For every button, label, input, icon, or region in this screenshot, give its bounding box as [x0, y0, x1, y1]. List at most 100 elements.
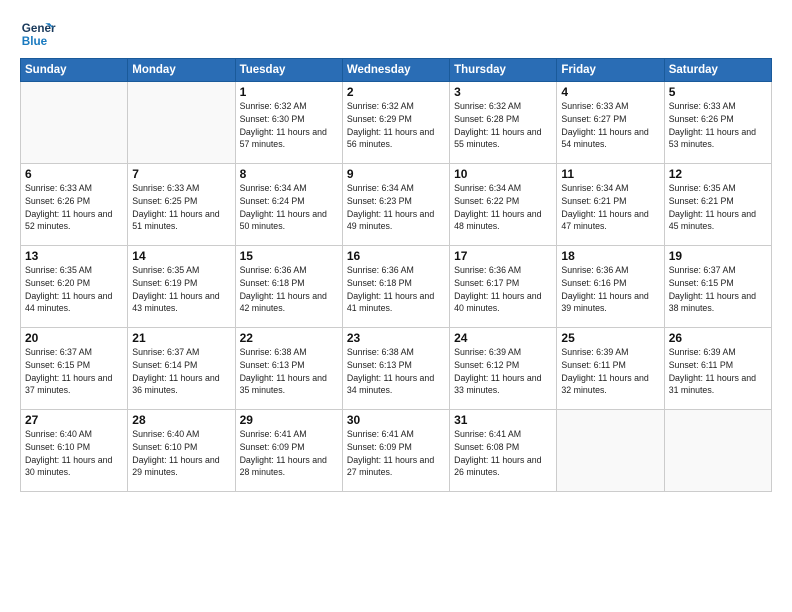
- calendar-header-tuesday: Tuesday: [235, 59, 342, 82]
- calendar-cell: 19Sunrise: 6:37 AM Sunset: 6:15 PM Dayli…: [664, 246, 771, 328]
- day-number: 7: [132, 167, 230, 181]
- day-number: 20: [25, 331, 123, 345]
- svg-text:General: General: [22, 22, 56, 35]
- calendar-cell: 30Sunrise: 6:41 AM Sunset: 6:09 PM Dayli…: [342, 410, 449, 492]
- day-info: Sunrise: 6:33 AM Sunset: 6:25 PM Dayligh…: [132, 182, 230, 233]
- day-number: 19: [669, 249, 767, 263]
- calendar-week-row: 27Sunrise: 6:40 AM Sunset: 6:10 PM Dayli…: [21, 410, 772, 492]
- day-number: 12: [669, 167, 767, 181]
- calendar-cell: [557, 410, 664, 492]
- calendar-cell: 7Sunrise: 6:33 AM Sunset: 6:25 PM Daylig…: [128, 164, 235, 246]
- day-number: 11: [561, 167, 659, 181]
- day-number: 10: [454, 167, 552, 181]
- day-number: 29: [240, 413, 338, 427]
- calendar-week-row: 6Sunrise: 6:33 AM Sunset: 6:26 PM Daylig…: [21, 164, 772, 246]
- day-number: 13: [25, 249, 123, 263]
- calendar-cell: 22Sunrise: 6:38 AM Sunset: 6:13 PM Dayli…: [235, 328, 342, 410]
- day-number: 18: [561, 249, 659, 263]
- day-info: Sunrise: 6:37 AM Sunset: 6:14 PM Dayligh…: [132, 346, 230, 397]
- day-info: Sunrise: 6:33 AM Sunset: 6:26 PM Dayligh…: [25, 182, 123, 233]
- calendar-cell: 15Sunrise: 6:36 AM Sunset: 6:18 PM Dayli…: [235, 246, 342, 328]
- day-info: Sunrise: 6:32 AM Sunset: 6:30 PM Dayligh…: [240, 100, 338, 151]
- day-number: 3: [454, 85, 552, 99]
- day-number: 17: [454, 249, 552, 263]
- day-number: 21: [132, 331, 230, 345]
- day-info: Sunrise: 6:33 AM Sunset: 6:26 PM Dayligh…: [669, 100, 767, 151]
- day-info: Sunrise: 6:35 AM Sunset: 6:21 PM Dayligh…: [669, 182, 767, 233]
- day-info: Sunrise: 6:32 AM Sunset: 6:29 PM Dayligh…: [347, 100, 445, 151]
- day-number: 28: [132, 413, 230, 427]
- day-info: Sunrise: 6:35 AM Sunset: 6:20 PM Dayligh…: [25, 264, 123, 315]
- day-number: 24: [454, 331, 552, 345]
- calendar-cell: 10Sunrise: 6:34 AM Sunset: 6:22 PM Dayli…: [450, 164, 557, 246]
- day-info: Sunrise: 6:34 AM Sunset: 6:21 PM Dayligh…: [561, 182, 659, 233]
- page: General Blue SundayMondayTuesdayWednesda…: [0, 0, 792, 612]
- day-info: Sunrise: 6:41 AM Sunset: 6:09 PM Dayligh…: [240, 428, 338, 479]
- day-number: 22: [240, 331, 338, 345]
- day-number: 25: [561, 331, 659, 345]
- calendar-header-sunday: Sunday: [21, 59, 128, 82]
- day-info: Sunrise: 6:37 AM Sunset: 6:15 PM Dayligh…: [25, 346, 123, 397]
- day-info: Sunrise: 6:34 AM Sunset: 6:23 PM Dayligh…: [347, 182, 445, 233]
- day-info: Sunrise: 6:36 AM Sunset: 6:18 PM Dayligh…: [347, 264, 445, 315]
- calendar-header-wednesday: Wednesday: [342, 59, 449, 82]
- calendar-cell: 29Sunrise: 6:41 AM Sunset: 6:09 PM Dayli…: [235, 410, 342, 492]
- day-number: 31: [454, 413, 552, 427]
- day-info: Sunrise: 6:33 AM Sunset: 6:27 PM Dayligh…: [561, 100, 659, 151]
- day-info: Sunrise: 6:39 AM Sunset: 6:11 PM Dayligh…: [561, 346, 659, 397]
- day-info: Sunrise: 6:41 AM Sunset: 6:08 PM Dayligh…: [454, 428, 552, 479]
- day-info: Sunrise: 6:35 AM Sunset: 6:19 PM Dayligh…: [132, 264, 230, 315]
- calendar-week-row: 13Sunrise: 6:35 AM Sunset: 6:20 PM Dayli…: [21, 246, 772, 328]
- calendar-cell: 13Sunrise: 6:35 AM Sunset: 6:20 PM Dayli…: [21, 246, 128, 328]
- calendar-cell: 16Sunrise: 6:36 AM Sunset: 6:18 PM Dayli…: [342, 246, 449, 328]
- calendar-header-monday: Monday: [128, 59, 235, 82]
- day-info: Sunrise: 6:36 AM Sunset: 6:18 PM Dayligh…: [240, 264, 338, 315]
- calendar-cell: 25Sunrise: 6:39 AM Sunset: 6:11 PM Dayli…: [557, 328, 664, 410]
- calendar-cell: 14Sunrise: 6:35 AM Sunset: 6:19 PM Dayli…: [128, 246, 235, 328]
- day-number: 15: [240, 249, 338, 263]
- calendar-week-row: 20Sunrise: 6:37 AM Sunset: 6:15 PM Dayli…: [21, 328, 772, 410]
- day-info: Sunrise: 6:36 AM Sunset: 6:16 PM Dayligh…: [561, 264, 659, 315]
- calendar-cell: 11Sunrise: 6:34 AM Sunset: 6:21 PM Dayli…: [557, 164, 664, 246]
- calendar-week-row: 1Sunrise: 6:32 AM Sunset: 6:30 PM Daylig…: [21, 82, 772, 164]
- day-info: Sunrise: 6:40 AM Sunset: 6:10 PM Dayligh…: [132, 428, 230, 479]
- calendar-cell: 27Sunrise: 6:40 AM Sunset: 6:10 PM Dayli…: [21, 410, 128, 492]
- header: General Blue: [20, 16, 772, 52]
- calendar-cell: 9Sunrise: 6:34 AM Sunset: 6:23 PM Daylig…: [342, 164, 449, 246]
- calendar-cell: 5Sunrise: 6:33 AM Sunset: 6:26 PM Daylig…: [664, 82, 771, 164]
- day-info: Sunrise: 6:39 AM Sunset: 6:11 PM Dayligh…: [669, 346, 767, 397]
- calendar-cell: [21, 82, 128, 164]
- calendar-cell: 4Sunrise: 6:33 AM Sunset: 6:27 PM Daylig…: [557, 82, 664, 164]
- calendar-cell: 31Sunrise: 6:41 AM Sunset: 6:08 PM Dayli…: [450, 410, 557, 492]
- day-info: Sunrise: 6:37 AM Sunset: 6:15 PM Dayligh…: [669, 264, 767, 315]
- day-number: 5: [669, 85, 767, 99]
- calendar-cell: [128, 82, 235, 164]
- calendar-cell: 20Sunrise: 6:37 AM Sunset: 6:15 PM Dayli…: [21, 328, 128, 410]
- day-number: 26: [669, 331, 767, 345]
- day-info: Sunrise: 6:41 AM Sunset: 6:09 PM Dayligh…: [347, 428, 445, 479]
- calendar-cell: 17Sunrise: 6:36 AM Sunset: 6:17 PM Dayli…: [450, 246, 557, 328]
- calendar-cell: 21Sunrise: 6:37 AM Sunset: 6:14 PM Dayli…: [128, 328, 235, 410]
- day-info: Sunrise: 6:39 AM Sunset: 6:12 PM Dayligh…: [454, 346, 552, 397]
- day-info: Sunrise: 6:38 AM Sunset: 6:13 PM Dayligh…: [347, 346, 445, 397]
- calendar: SundayMondayTuesdayWednesdayThursdayFrid…: [20, 58, 772, 492]
- day-info: Sunrise: 6:34 AM Sunset: 6:22 PM Dayligh…: [454, 182, 552, 233]
- calendar-cell: 23Sunrise: 6:38 AM Sunset: 6:13 PM Dayli…: [342, 328, 449, 410]
- day-info: Sunrise: 6:34 AM Sunset: 6:24 PM Dayligh…: [240, 182, 338, 233]
- day-number: 16: [347, 249, 445, 263]
- calendar-cell: 26Sunrise: 6:39 AM Sunset: 6:11 PM Dayli…: [664, 328, 771, 410]
- day-number: 1: [240, 85, 338, 99]
- day-number: 14: [132, 249, 230, 263]
- calendar-header-saturday: Saturday: [664, 59, 771, 82]
- day-number: 4: [561, 85, 659, 99]
- day-info: Sunrise: 6:38 AM Sunset: 6:13 PM Dayligh…: [240, 346, 338, 397]
- day-number: 6: [25, 167, 123, 181]
- svg-text:Blue: Blue: [22, 35, 48, 48]
- calendar-cell: 18Sunrise: 6:36 AM Sunset: 6:16 PM Dayli…: [557, 246, 664, 328]
- day-info: Sunrise: 6:36 AM Sunset: 6:17 PM Dayligh…: [454, 264, 552, 315]
- calendar-header-row: SundayMondayTuesdayWednesdayThursdayFrid…: [21, 59, 772, 82]
- day-info: Sunrise: 6:32 AM Sunset: 6:28 PM Dayligh…: [454, 100, 552, 151]
- calendar-cell: 12Sunrise: 6:35 AM Sunset: 6:21 PM Dayli…: [664, 164, 771, 246]
- calendar-cell: 3Sunrise: 6:32 AM Sunset: 6:28 PM Daylig…: [450, 82, 557, 164]
- calendar-cell: 28Sunrise: 6:40 AM Sunset: 6:10 PM Dayli…: [128, 410, 235, 492]
